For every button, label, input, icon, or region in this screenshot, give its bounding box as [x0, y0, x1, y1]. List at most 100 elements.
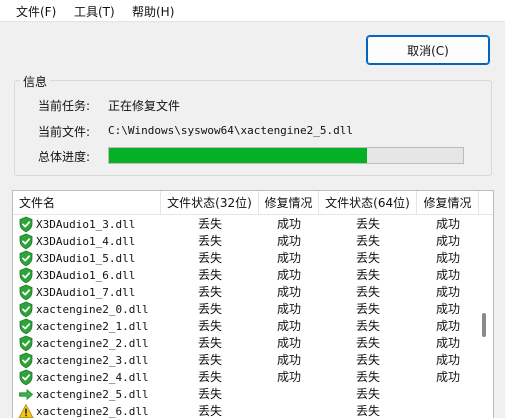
cell-fix-32: 成功	[276, 336, 301, 350]
cell-fix-64: 成功	[435, 302, 460, 316]
cell-filename: X3DAudio1_5.dll	[36, 252, 136, 265]
cell-status-32: 丢失	[197, 336, 222, 350]
table-row[interactable]: X3DAudio1_3.dll 丢失 成功 丢失 成功	[13, 216, 479, 233]
table-row[interactable]: xactengine2_6.dll 丢失 丢失	[13, 403, 479, 418]
menu-tools[interactable]: 工具(T)	[74, 3, 115, 20]
cell-status-64: 丢失	[355, 336, 380, 350]
cell-fix-32: 成功	[276, 268, 301, 282]
shield-check-icon	[18, 301, 34, 318]
cell-status-32: 丢失	[197, 217, 222, 231]
cell-status-64: 丢失	[355, 387, 380, 401]
cell-status-64: 丢失	[355, 404, 380, 418]
table-row[interactable]: xactengine2_4.dll 丢失 成功 丢失 成功	[13, 369, 479, 386]
cell-fix-32: 成功	[276, 285, 301, 299]
cell-filename: xactengine2_3.dll	[36, 354, 149, 367]
current-task-value: 正在修复文件	[108, 99, 181, 113]
header-fix-64[interactable]: 修复情况	[417, 191, 479, 215]
header-filename[interactable]: 文件名	[13, 191, 161, 215]
cell-fix-32	[259, 386, 319, 403]
table-row[interactable]: xactengine2_2.dll 丢失 成功 丢失 成功	[13, 335, 479, 352]
cell-filename: xactengine2_4.dll	[36, 371, 149, 384]
current-file-label: 当前文件:	[38, 125, 91, 139]
cell-status-64: 丢失	[355, 217, 380, 231]
cell-filename: xactengine2_5.dll	[36, 388, 149, 401]
table-row[interactable]: X3DAudio1_5.dll 丢失 成功 丢失 成功	[13, 250, 479, 267]
cell-fix-32: 成功	[276, 234, 301, 248]
cell-fix-64: 成功	[435, 268, 460, 282]
table-row[interactable]: X3DAudio1_4.dll 丢失 成功 丢失 成功	[13, 233, 479, 250]
cell-fix-32: 成功	[276, 353, 301, 367]
shield-check-icon	[18, 352, 34, 369]
shield-check-icon	[18, 369, 34, 386]
cell-fix-64: 成功	[435, 319, 460, 333]
cell-filename: xactengine2_2.dll	[36, 337, 149, 350]
cell-status-32: 丢失	[197, 387, 222, 401]
table-row[interactable]: X3DAudio1_7.dll 丢失 成功 丢失 成功	[13, 284, 479, 301]
cell-status-32: 丢失	[197, 302, 222, 316]
table-row[interactable]: xactengine2_5.dll 丢失 丢失	[13, 386, 479, 403]
menu-bar: 文件(F) 工具(T) 帮助(H)	[0, 0, 505, 22]
shield-check-icon	[18, 284, 34, 301]
progress-fill	[109, 148, 368, 163]
shield-check-icon	[18, 250, 34, 267]
cell-filename: xactengine2_0.dll	[36, 303, 149, 316]
cell-fix-64: 成功	[435, 251, 460, 265]
cell-fix-64	[417, 386, 479, 403]
header-status-64[interactable]: 文件状态(64位)	[319, 191, 417, 215]
cell-status-64: 丢失	[355, 234, 380, 248]
current-file-value: C:\Windows\syswow64\xactengine2_5.dll	[108, 124, 354, 137]
shield-check-icon	[18, 216, 34, 233]
cell-status-64: 丢失	[355, 370, 380, 384]
header-fix-32[interactable]: 修复情况	[259, 191, 319, 215]
vertical-scrollbar-thumb[interactable]	[482, 313, 486, 337]
shield-check-icon	[18, 335, 34, 352]
table-row[interactable]: X3DAudio1_6.dll 丢失 成功 丢失 成功	[13, 267, 479, 284]
cell-status-64: 丢失	[355, 319, 380, 333]
header-status-32[interactable]: 文件状态(32位)	[161, 191, 259, 215]
cell-fix-64	[417, 403, 479, 418]
cell-fix-32: 成功	[276, 370, 301, 384]
cell-filename: xactengine2_1.dll	[36, 320, 149, 333]
menu-help[interactable]: 帮助(H)	[132, 3, 174, 20]
overall-progress-bar	[108, 147, 464, 164]
cell-status-32: 丢失	[197, 319, 222, 333]
cell-status-64: 丢失	[355, 251, 380, 265]
cell-status-32: 丢失	[197, 370, 222, 384]
table-header: 文件名 文件状态(32位) 修复情况 文件状态(64位) 修复情况	[13, 191, 493, 215]
cell-status-64: 丢失	[355, 285, 380, 299]
file-table: 文件名 文件状态(32位) 修复情况 文件状态(64位) 修复情况 X3DAud…	[12, 190, 494, 418]
shield-check-icon	[18, 267, 34, 284]
cancel-button[interactable]: 取消(C)	[366, 35, 490, 65]
cell-status-32: 丢失	[197, 234, 222, 248]
cell-status-32: 丢失	[197, 404, 222, 418]
table-row[interactable]: xactengine2_3.dll 丢失 成功 丢失 成功	[13, 352, 479, 369]
table-row[interactable]: xactengine2_1.dll 丢失 成功 丢失 成功	[13, 318, 479, 335]
cell-fix-32: 成功	[276, 251, 301, 265]
cell-status-64: 丢失	[355, 268, 380, 282]
cell-filename: X3DAudio1_7.dll	[36, 286, 136, 299]
cell-fix-32	[259, 403, 319, 418]
cell-filename: xactengine2_6.dll	[36, 405, 149, 418]
cell-fix-64: 成功	[435, 370, 460, 384]
cell-filename: X3DAudio1_6.dll	[36, 269, 136, 282]
cell-status-32: 丢失	[197, 285, 222, 299]
current-task-label: 当前任务:	[38, 99, 91, 113]
overall-progress-label: 总体进度:	[38, 150, 91, 164]
info-group-title: 信息	[20, 73, 51, 90]
cell-status-32: 丢失	[197, 353, 222, 367]
cell-fix-32: 成功	[276, 302, 301, 316]
cell-fix-64: 成功	[435, 217, 460, 231]
shield-check-icon	[18, 318, 34, 335]
cell-status-64: 丢失	[355, 353, 380, 367]
table-row[interactable]: xactengine2_0.dll 丢失 成功 丢失 成功	[13, 301, 479, 318]
cell-filename: X3DAudio1_4.dll	[36, 235, 136, 248]
warning-icon	[18, 403, 34, 418]
cell-status-32: 丢失	[197, 251, 222, 265]
green-arrow-icon	[18, 386, 34, 403]
cell-fix-64: 成功	[435, 336, 460, 350]
cell-status-32: 丢失	[197, 268, 222, 282]
menu-file[interactable]: 文件(F)	[16, 3, 56, 20]
cell-fix-64: 成功	[435, 285, 460, 299]
cell-fix-64: 成功	[435, 353, 460, 367]
cell-filename: X3DAudio1_3.dll	[36, 218, 136, 231]
